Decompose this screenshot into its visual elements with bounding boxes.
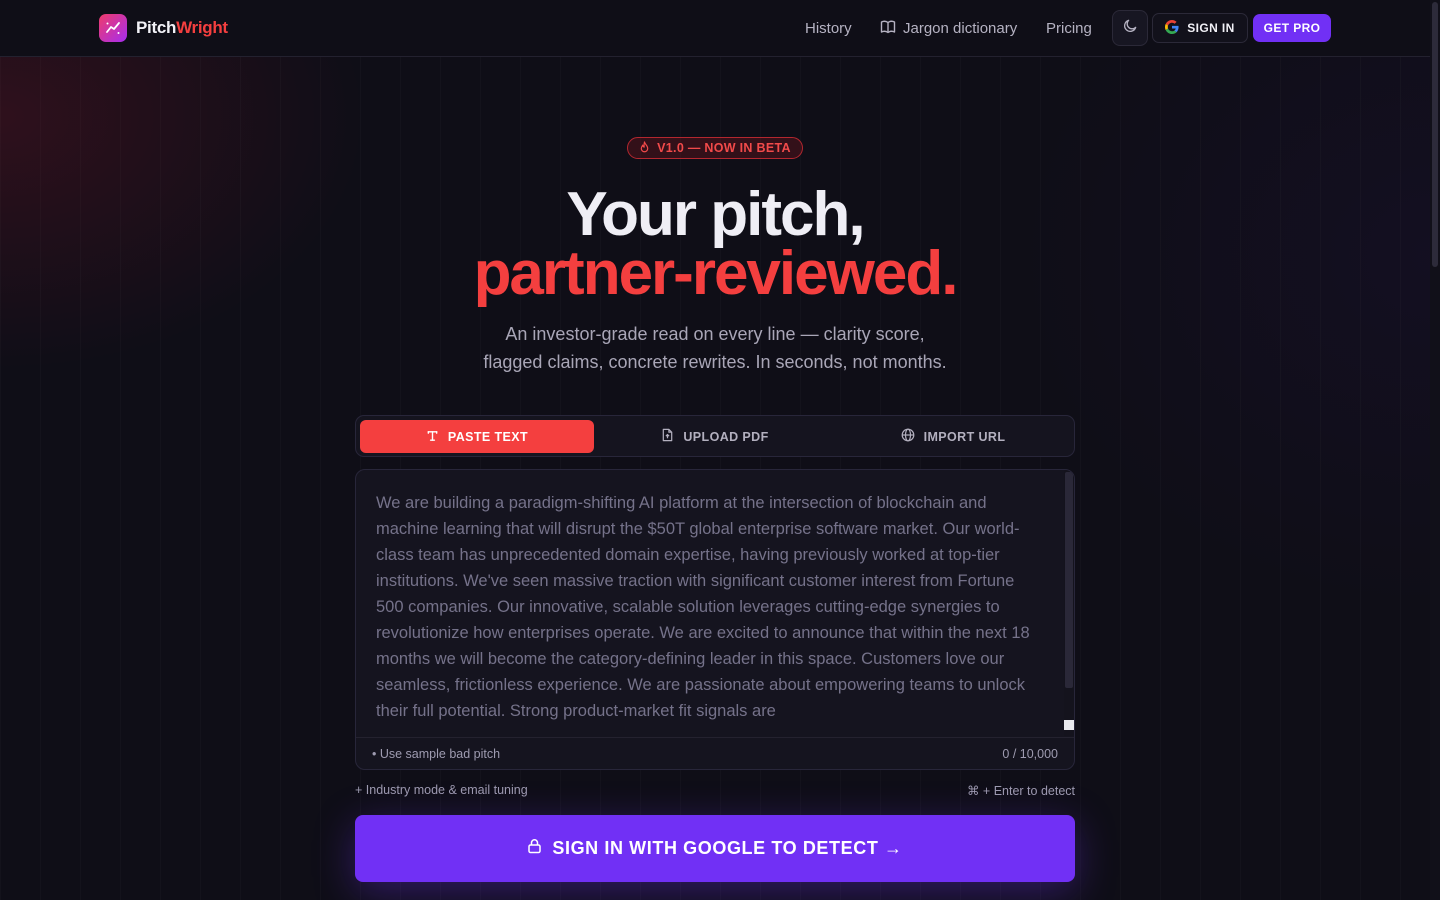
character-count: 0 / 10,000 — [1002, 747, 1058, 761]
nav-jargon-dictionary[interactable]: Jargon dictionary — [880, 0, 1017, 57]
file-icon — [661, 428, 674, 445]
beta-badge-label: V1.0 — NOW IN BETA — [657, 141, 791, 155]
globe-icon — [901, 428, 915, 445]
textarea-scrollbar[interactable] — [1064, 470, 1074, 736]
page-scrollbar[interactable] — [1430, 0, 1440, 900]
get-pro-label: GET PRO — [1263, 21, 1321, 35]
cta-label: SIGN IN WITH GOOGLE TO DETECT → — [552, 838, 903, 858]
get-pro-button[interactable]: GET PRO — [1253, 14, 1331, 42]
tab-paste-text-label: PASTE TEXT — [447, 429, 529, 444]
tab-import-url-label: IMPORT URL — [923, 429, 1006, 444]
sign-in-to-detect-button[interactable]: SIGN IN WITH GOOGLE TO DETECT → — [355, 815, 1075, 882]
tab-upload-pdf-label: UPLOAD PDF — [683, 429, 769, 444]
nav-pricing[interactable]: Pricing — [1046, 0, 1092, 57]
brand-name: PitchWright — [136, 18, 228, 38]
lock-icon — [527, 838, 542, 859]
pitch-editor: We are building a paradigm-shifting AI p… — [355, 469, 1075, 770]
nav-history[interactable]: History — [805, 0, 852, 57]
tab-import-url[interactable]: IMPORT URL — [836, 420, 1070, 453]
input-mode-tabs: PASTE TEXT UPLOAD PDF IMPORT URL — [355, 415, 1075, 457]
pitch-textarea[interactable]: We are building a paradigm-shifting AI p… — [356, 470, 1074, 736]
logo-icon — [99, 14, 127, 42]
tab-paste-text[interactable]: PASTE TEXT — [360, 420, 594, 453]
brand-name-part1: Pitch — [136, 18, 177, 37]
tab-upload-pdf[interactable]: UPLOAD PDF — [598, 420, 832, 453]
editor-footer: • Use sample bad pitch 0 / 10,000 — [356, 737, 1074, 769]
top-navbar: PitchWright History Jargon dictionary Pr… — [0, 0, 1430, 57]
nav-jargon-label: Jargon dictionary — [903, 20, 1018, 37]
brand[interactable]: PitchWright — [99, 14, 228, 42]
moon-icon — [1123, 18, 1138, 38]
hero-title-line1: Your pitch, — [566, 180, 865, 249]
flame-icon — [639, 140, 650, 156]
nav-pricing-label: Pricing — [1046, 20, 1092, 37]
hero-title-line2: partner-reviewed. — [473, 239, 959, 308]
brand-name-part2: Wright — [176, 18, 228, 37]
page-scrollbar-thumb[interactable] — [1432, 2, 1438, 267]
hero-subtitle-line1: An investor-grade read on every line — c… — [505, 324, 925, 344]
nav-history-label: History — [805, 20, 852, 37]
textarea-scrollbar-thumb[interactable] — [1065, 472, 1073, 688]
resize-handle[interactable] — [1064, 720, 1074, 730]
industry-mode-toggle[interactable]: + Industry mode & email tuning — [355, 783, 528, 797]
google-icon — [1165, 19, 1179, 37]
text-icon — [426, 429, 439, 445]
hero-subtitle-line2: flagged claims, concrete rewrites. In se… — [483, 352, 947, 372]
use-sample-link[interactable]: • Use sample bad pitch — [372, 747, 500, 761]
book-icon — [880, 19, 896, 39]
sign-in-button[interactable]: SIGN IN — [1152, 13, 1248, 43]
keyboard-shortcut-hint: ⌘ + Enter to detect — [966, 784, 1075, 798]
theme-toggle-button[interactable] — [1112, 10, 1148, 46]
beta-badge: V1.0 — NOW IN BETA — [627, 137, 803, 159]
sign-in-label: SIGN IN — [1187, 21, 1235, 35]
hero-subtitle: An investor-grade read on every line — c… — [0, 320, 1430, 376]
